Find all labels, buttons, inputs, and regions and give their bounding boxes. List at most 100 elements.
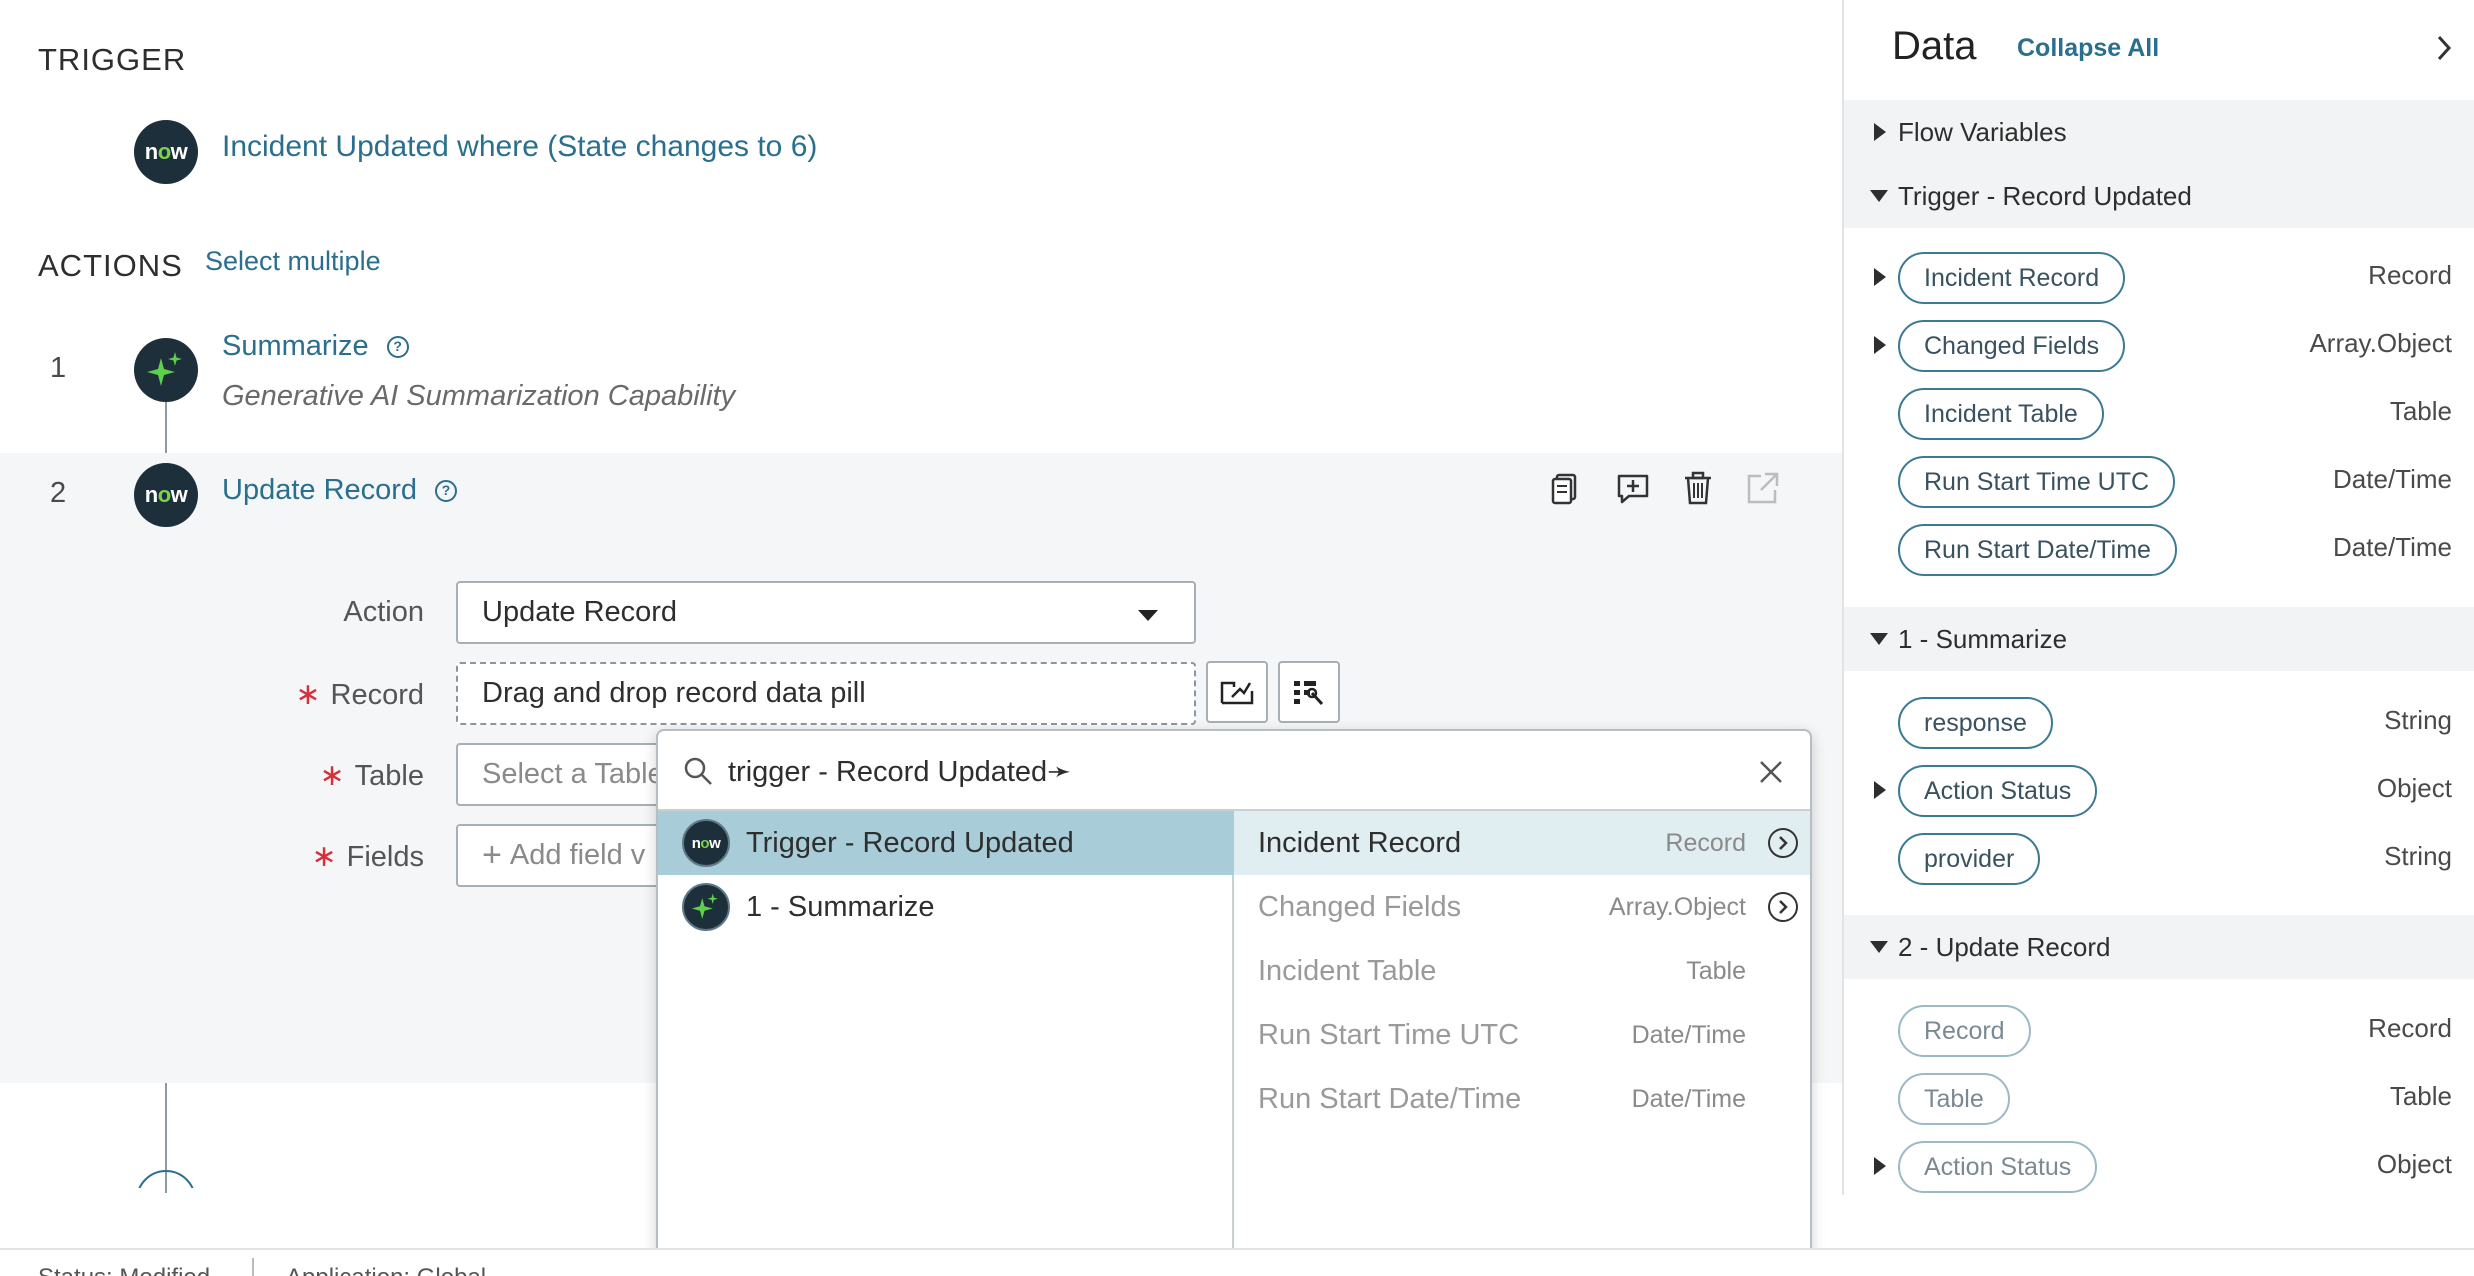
update-record-data-section[interactable]: 2 - Update Record bbox=[1844, 915, 2474, 979]
data-pill-row: Record Record bbox=[1844, 999, 2474, 1063]
summarize-data-section[interactable]: 1 - Summarize bbox=[1844, 607, 2474, 671]
chevron-circle-right-icon[interactable] bbox=[1768, 828, 1798, 858]
actions-section-title: ACTIONS bbox=[38, 248, 183, 283]
add-comment-icon[interactable] bbox=[1615, 470, 1651, 506]
data-pill-row: Table Table bbox=[1844, 1067, 2474, 1131]
data-pill-row: Run Start Time UTC Date/Time bbox=[1844, 450, 2474, 514]
ai-sparkle-icon bbox=[134, 338, 198, 402]
picker-source-label: Trigger - Record Updated bbox=[746, 826, 1074, 859]
data-pill[interactable]: Incident Table bbox=[1898, 388, 2104, 440]
trigger-data-section-label: Trigger - Record Updated bbox=[1898, 180, 2192, 211]
data-pill-picker-popup: now Trigger - Record Updated 1 - Summarize… bbox=[656, 729, 1812, 1259]
ai-sparkle-icon bbox=[682, 883, 730, 931]
data-pill[interactable]: Run Start Time UTC bbox=[1898, 456, 2176, 508]
add-field-placeholder: Add field v bbox=[509, 839, 646, 871]
data-pill-type: Date/Time bbox=[2333, 532, 2452, 562]
status-bar: Status: Modified Application: Global bbox=[0, 1248, 2474, 1276]
data-pill-row: Action Status Object bbox=[1844, 759, 2474, 823]
collapse-icon bbox=[1870, 190, 1888, 202]
fields-label: ∗ Fields bbox=[164, 839, 425, 874]
expand-icon[interactable] bbox=[1874, 336, 1886, 354]
collapse-all-link[interactable]: Collapse All bbox=[2017, 34, 2159, 63]
fields-label-text: Fields bbox=[346, 841, 424, 873]
data-pill-row: Changed Fields Array.Object bbox=[1844, 314, 2474, 378]
data-pill-type: Array.Object bbox=[2309, 328, 2452, 358]
search-icon bbox=[684, 757, 712, 785]
required-icon: ∗ bbox=[311, 840, 337, 873]
picker-source-list: now Trigger - Record Updated 1 - Summarize bbox=[658, 811, 1234, 1257]
picker-item[interactable]: Incident Table Table bbox=[1234, 939, 1810, 1003]
trigger-data-section[interactable]: Trigger - Record Updated bbox=[1844, 164, 2474, 228]
trigger-description-link[interactable]: Incident Updated where (State changes to… bbox=[222, 130, 817, 164]
inline-script-button[interactable] bbox=[1278, 661, 1340, 723]
status-text: Status: Modified bbox=[38, 1264, 210, 1276]
copy-icon[interactable] bbox=[1548, 470, 1584, 506]
data-pill[interactable]: Changed Fields bbox=[1898, 320, 2126, 372]
action-label: Action bbox=[343, 596, 424, 628]
data-pill[interactable]: Action Status bbox=[1898, 1141, 2098, 1193]
update-record-data-section-label: 2 - Update Record bbox=[1898, 931, 2111, 962]
data-pill-row: Action Status Object bbox=[1844, 1135, 2474, 1199]
plus-icon: + bbox=[482, 836, 502, 874]
now-logo-icon: now bbox=[682, 819, 730, 867]
picker-source-label: 1 - Summarize bbox=[746, 890, 935, 923]
picker-source-item[interactable]: 1 - Summarize bbox=[658, 875, 1234, 939]
action-select[interactable]: Update Record bbox=[456, 581, 1196, 644]
data-pill[interactable]: provider bbox=[1898, 833, 2041, 885]
data-pill-picker-button[interactable] bbox=[1206, 661, 1268, 723]
data-pill-type: Date/Time bbox=[2333, 464, 2452, 494]
now-logo-icon: now bbox=[134, 120, 198, 184]
data-pill[interactable]: response bbox=[1898, 697, 2053, 749]
data-pill[interactable]: Run Start Date/Time bbox=[1898, 524, 2177, 576]
data-pill[interactable]: Record bbox=[1898, 1005, 2031, 1057]
data-pill-type: String bbox=[2384, 841, 2452, 871]
data-panel-title: Data bbox=[1892, 24, 1977, 68]
data-pill[interactable]: Incident Record bbox=[1898, 252, 2126, 304]
picker-item[interactable]: Incident Record Record bbox=[1234, 811, 1810, 875]
step-2-title-link[interactable]: Update Record bbox=[222, 474, 417, 506]
expand-icon bbox=[1874, 123, 1886, 141]
picker-source-item[interactable]: now Trigger - Record Updated bbox=[658, 811, 1234, 875]
add-step-icon[interactable] bbox=[136, 1170, 196, 1188]
help-icon[interactable]: ? bbox=[435, 480, 458, 503]
picker-search-input[interactable] bbox=[728, 747, 1708, 795]
record-drop-zone[interactable]: Drag and drop record data pill bbox=[456, 662, 1196, 725]
expand-icon[interactable] bbox=[1874, 781, 1886, 799]
data-pill-type: Object bbox=[2376, 1149, 2452, 1179]
table-label: ∗ Table bbox=[164, 758, 424, 793]
data-pill-type: Record bbox=[2368, 260, 2452, 290]
step-1-title-link[interactable]: Summarize bbox=[222, 330, 369, 362]
step-2-number: 2 bbox=[50, 477, 67, 509]
picker-item[interactable]: Run Start Time UTC Date/Time bbox=[1234, 1003, 1810, 1067]
data-pill-type: Table bbox=[2389, 396, 2452, 426]
data-panel-header: Data Collapse All bbox=[1844, 0, 2474, 100]
delete-icon[interactable] bbox=[1680, 470, 1716, 506]
picker-item[interactable]: Changed Fields Array.Object bbox=[1234, 875, 1810, 939]
close-icon[interactable] bbox=[1758, 759, 1784, 785]
record-drop-zone-text: Drag and drop record data pill bbox=[482, 677, 866, 709]
data-pill[interactable]: Action Status bbox=[1898, 765, 2098, 817]
flow-variables-label: Flow Variables bbox=[1898, 116, 2067, 147]
picker-item-type: Record bbox=[1665, 828, 1746, 857]
expand-icon[interactable] bbox=[1874, 1157, 1886, 1175]
now-logo-icon: now bbox=[134, 463, 198, 527]
select-multiple-link[interactable]: Select multiple bbox=[205, 246, 381, 277]
table-select-placeholder: Select a Table bbox=[482, 758, 664, 790]
help-icon[interactable]: ? bbox=[386, 336, 409, 359]
flow-variables-section[interactable]: Flow Variables bbox=[1844, 100, 2474, 164]
expand-icon[interactable] bbox=[1874, 268, 1886, 286]
picker-item-name: Incident Table bbox=[1258, 954, 1437, 987]
picker-item-name: Changed Fields bbox=[1258, 890, 1462, 923]
chevron-right-icon[interactable] bbox=[2434, 34, 2454, 62]
data-pill[interactable]: Table bbox=[1898, 1073, 2010, 1125]
picker-item-list: Incident Record Record Changed Fields Array… bbox=[1234, 811, 1810, 1257]
condition-builder-icon bbox=[1294, 681, 1324, 706]
chevron-circle-right-icon[interactable] bbox=[1768, 892, 1798, 922]
trigger-section-title: TRIGGER bbox=[38, 42, 187, 77]
summarize-data-section-label: 1 - Summarize bbox=[1898, 623, 2068, 654]
open-external-icon[interactable] bbox=[1745, 470, 1781, 506]
data-panel: Data Collapse All Flow Variables Trigger… bbox=[1842, 0, 2474, 1195]
application-text: Application: Global bbox=[286, 1264, 486, 1276]
step-1-number: 1 bbox=[50, 352, 67, 384]
picker-item[interactable]: Run Start Date/Time Date/Time bbox=[1234, 1067, 1810, 1131]
